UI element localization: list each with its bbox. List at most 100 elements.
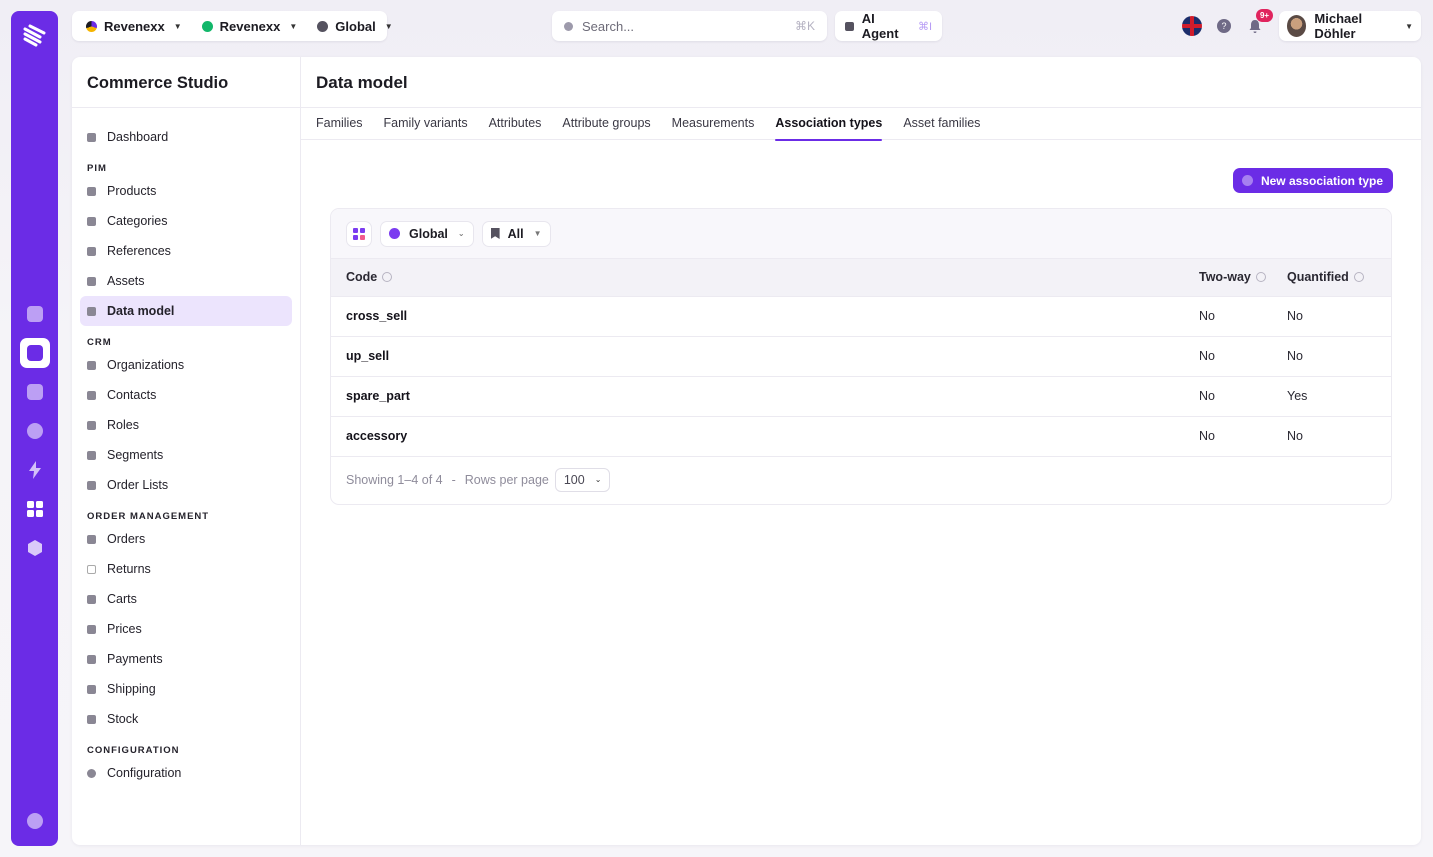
stock-icon xyxy=(87,714,96,724)
caret-down-icon: ▼ xyxy=(173,21,182,31)
store-selector[interactable]: Revenexx ▼ xyxy=(196,11,304,41)
rail-bolt-icon[interactable] xyxy=(20,455,50,485)
cart-icon xyxy=(87,594,96,604)
top-bar: Revenexx ▼ Revenexx ▼ Global ▼ Search... ⌘K… xyxy=(72,9,1421,41)
cell-two-way: No xyxy=(1199,416,1287,457)
sidebar-item-organizations[interactable]: Organizations xyxy=(80,350,292,380)
help-icon[interactable]: ? xyxy=(1217,19,1231,33)
sidebar-item-assets[interactable]: Assets xyxy=(80,266,292,296)
info-icon xyxy=(1255,272,1266,283)
sidebar-item-stock[interactable]: Stock xyxy=(80,704,292,734)
sidebar-item-segments[interactable]: Segments xyxy=(80,440,292,470)
sidebar-item-shipping[interactable]: Shipping xyxy=(80,674,292,704)
rail-settings-icon[interactable] xyxy=(20,806,50,836)
rail-layers-icon[interactable] xyxy=(20,338,50,368)
sidebar-item-orders[interactable]: Orders xyxy=(80,524,292,554)
shipping-icon xyxy=(87,684,96,694)
tab-attribute-groups[interactable]: Attribute groups xyxy=(562,108,650,140)
user-menu[interactable]: Michael Döhler ▼ xyxy=(1279,11,1421,41)
all-filter[interactable]: All ▼ xyxy=(481,220,551,247)
dashboard-icon xyxy=(87,132,96,142)
orders-icon xyxy=(87,534,96,544)
bookmark-icon xyxy=(490,228,500,239)
rail-cube-icon[interactable] xyxy=(20,533,50,563)
scope-filter[interactable]: Global ⌄ xyxy=(380,220,474,247)
sidebar-item-payments[interactable]: Payments xyxy=(80,644,292,674)
sidebar-item-returns[interactable]: Returns xyxy=(80,554,292,584)
rail-plug-icon[interactable] xyxy=(20,416,50,446)
sidebar-item-prices[interactable]: Prices xyxy=(80,614,292,644)
sidebar-item-roles[interactable]: Roles xyxy=(80,410,292,440)
ai-agent-button[interactable]: AI Agent ⌘I xyxy=(835,11,942,41)
rail-chart-icon[interactable] xyxy=(20,377,50,407)
search-input[interactable]: Search... ⌘K xyxy=(552,11,827,41)
app-logo-icon[interactable] xyxy=(20,21,50,51)
tab-families[interactable]: Families xyxy=(316,108,363,140)
main-panel: Commerce Studio Dashboard PIM Products C… xyxy=(72,57,1421,845)
data-model-icon xyxy=(87,306,96,316)
cell-code: up_sell xyxy=(331,336,1199,377)
info-icon xyxy=(382,272,393,283)
cell-two-way: No xyxy=(1199,296,1287,337)
cell-quantified: No xyxy=(1287,296,1391,337)
sidebar-item-dashboard[interactable]: Dashboard xyxy=(80,122,292,152)
column-code[interactable]: Code xyxy=(331,259,1199,297)
sidebar-item-carts[interactable]: Carts xyxy=(80,584,292,614)
sidebar-item-categories[interactable]: Categories xyxy=(80,206,292,236)
rail-apps-icon[interactable] xyxy=(20,494,50,524)
caret-down-icon: ▼ xyxy=(384,21,393,31)
section-pim: PIM xyxy=(87,163,107,174)
store-icon xyxy=(201,20,213,32)
search-icon xyxy=(564,21,573,31)
table-row[interactable]: cross_sell No No xyxy=(331,296,1391,337)
content: Data model Families Family variants Attr… xyxy=(301,57,1421,845)
rail-home-icon[interactable] xyxy=(20,299,50,329)
column-quantified[interactable]: Quantified xyxy=(1287,259,1391,297)
column-two-way[interactable]: Two-way xyxy=(1199,259,1287,297)
sidebar-item-order-lists[interactable]: Order Lists xyxy=(80,470,292,500)
table-header-row: Code Two-way Quantified xyxy=(331,259,1391,297)
tab-asset-families[interactable]: Asset families xyxy=(903,108,980,140)
contacts-icon xyxy=(87,390,96,400)
association-types-table: Code Two-way Quantified cross_sell No No… xyxy=(331,259,1391,457)
sidebar-item-contacts[interactable]: Contacts xyxy=(80,380,292,410)
scope-selector[interactable]: Global ▼ xyxy=(311,11,398,41)
returns-icon xyxy=(87,564,96,574)
rows-per-page-label: Rows per page xyxy=(464,472,549,487)
price-tag-icon xyxy=(87,624,96,634)
products-icon xyxy=(87,186,96,196)
pagination: Showing 1–4 of 4 - Rows per page 100 ⌄ xyxy=(331,457,1391,503)
sidebar-item-data-model[interactable]: Data model xyxy=(80,296,292,326)
organizations-icon xyxy=(87,360,96,370)
chevron-down-icon: ⌄ xyxy=(457,229,465,238)
tab-measurements[interactable]: Measurements xyxy=(672,108,755,140)
page-title: Data model xyxy=(301,57,1421,108)
view-toggle-button[interactable] xyxy=(346,220,372,247)
language-flag-icon[interactable] xyxy=(1182,16,1202,36)
tab-family-variants[interactable]: Family variants xyxy=(384,108,468,140)
cell-code: spare_part xyxy=(331,376,1199,417)
table-row[interactable]: spare_part No Yes xyxy=(331,376,1391,417)
context-selectors: Revenexx ▼ Revenexx ▼ Global ▼ xyxy=(72,11,393,41)
table-row[interactable]: up_sell No No xyxy=(331,336,1391,377)
cell-two-way: No xyxy=(1199,376,1287,417)
org-icon xyxy=(86,20,97,32)
rows-per-page-select[interactable]: 100 ⌄ xyxy=(554,467,611,492)
cell-code: cross_sell xyxy=(331,296,1199,337)
cell-quantified: Yes xyxy=(1287,376,1391,417)
app-rail xyxy=(11,11,58,846)
sidebar-item-references[interactable]: References xyxy=(80,236,292,266)
tab-association-types[interactable]: Association types xyxy=(775,108,882,141)
org-selector[interactable]: Revenexx ▼ xyxy=(80,11,188,41)
sidebar-item-products[interactable]: Products xyxy=(80,176,292,206)
cell-two-way: No xyxy=(1199,336,1287,377)
cell-quantified: No xyxy=(1287,336,1391,377)
search-shortcut: ⌘K xyxy=(794,19,815,33)
table-row[interactable]: accessory No No xyxy=(331,416,1391,457)
tab-attributes[interactable]: Attributes xyxy=(489,108,542,140)
new-association-type-button[interactable]: New association type xyxy=(1232,168,1393,193)
info-icon xyxy=(1353,272,1364,283)
sidebar-item-configuration[interactable]: Configuration xyxy=(80,758,292,788)
cell-code: accessory xyxy=(331,416,1199,457)
table-toolbar: Global ⌄ All ▼ xyxy=(331,209,1391,259)
